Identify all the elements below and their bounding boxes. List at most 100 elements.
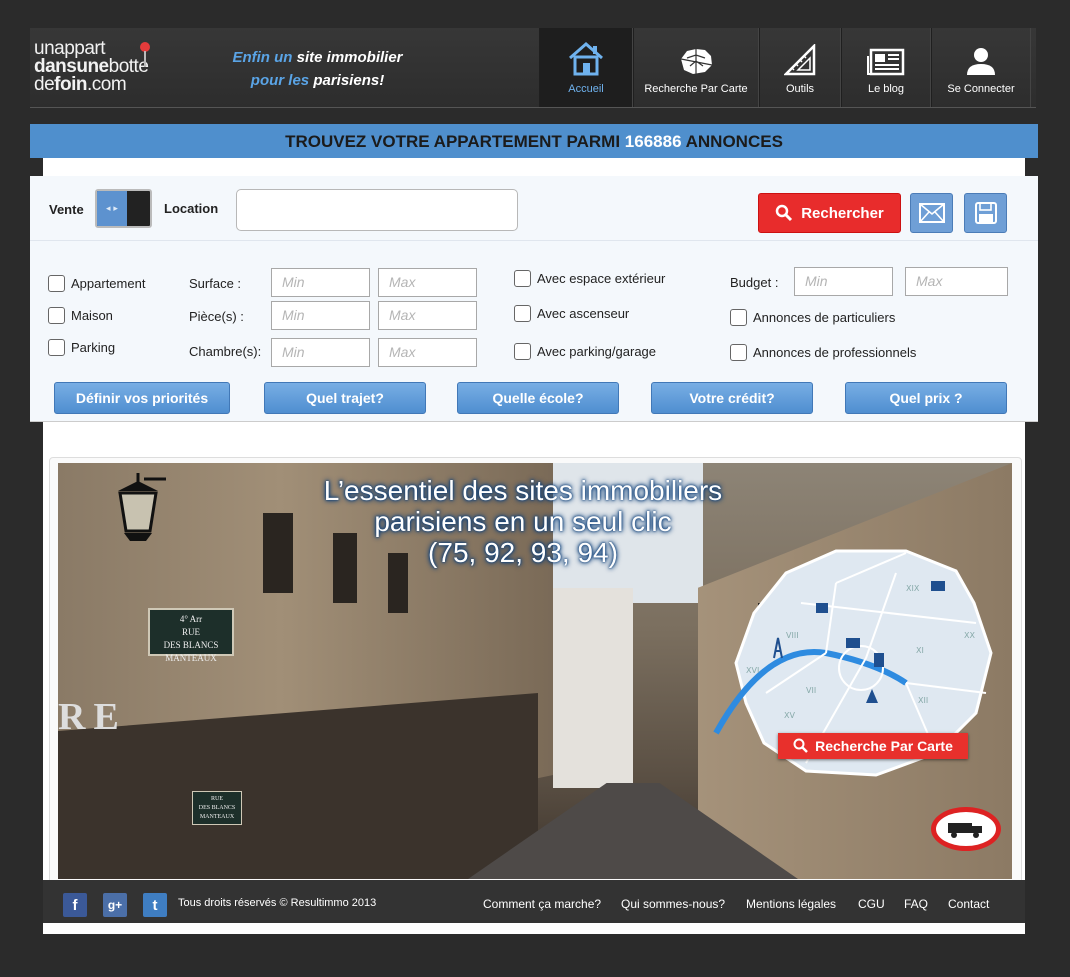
annonces-professionnels-checkbox[interactable]: Annonces de professionnels — [730, 344, 916, 361]
checkbox-box[interactable] — [514, 270, 531, 287]
tagline-part1: Enfin un — [232, 49, 293, 66]
street-sign-small: RUE DES BLANCS MANTEAUX — [192, 791, 242, 825]
vente-label: Vente — [49, 202, 84, 217]
search-icon — [793, 738, 809, 753]
checkbox-box[interactable] — [730, 309, 747, 326]
trajet-button[interactable]: Quel trajet? — [264, 382, 426, 414]
save-search-button[interactable] — [964, 193, 1007, 233]
annonces-particuliers-checkbox[interactable]: Annonces de particuliers — [730, 309, 895, 326]
toggle-arrows-icon: ◂ ▸ — [97, 191, 127, 226]
banner-prefix: TROUVEZ VOTRE APPARTEMENT PARMI — [285, 132, 621, 151]
surface-min-input[interactable]: Min — [271, 268, 370, 297]
chambres-label: Chambre(s): — [189, 344, 262, 359]
option-ascenseur-label: Avec ascenseur — [537, 306, 630, 321]
surface-max-input[interactable]: Max — [378, 268, 477, 297]
footer-link-cgu[interactable]: CGU — [858, 897, 885, 911]
monument-icon — [931, 581, 945, 591]
option-espace-exterieur-checkbox[interactable]: Avec espace extérieur — [514, 270, 665, 287]
arrondissement-label: XX — [964, 631, 975, 640]
nav-se-connecter[interactable]: Se Connecter — [931, 28, 1031, 107]
checkbox-box[interactable] — [48, 275, 65, 292]
type-parking-checkbox[interactable]: Parking — [48, 339, 115, 356]
prix-button[interactable]: Quel prix ? — [845, 382, 1007, 414]
annonces-professionnels-label: Annonces de professionnels — [753, 345, 917, 360]
hero-headline-line3: (75, 92, 93, 94) — [428, 537, 618, 568]
vente-location-toggle[interactable]: ◂ ▸ — [95, 189, 152, 228]
option-parking-garage-label: Avec parking/garage — [537, 344, 657, 359]
envelope-icon — [918, 203, 945, 223]
user-icon — [967, 48, 995, 75]
notre-dame-icon — [874, 653, 884, 667]
set-square-icon — [784, 44, 816, 76]
search-icon — [775, 204, 793, 222]
hero-headline-line1: L’essentiel des sites immobiliers — [323, 475, 723, 506]
ecole-button[interactable]: Quelle école? — [457, 382, 619, 414]
location-label: Location — [164, 201, 219, 216]
checkbox-box[interactable] — [514, 343, 531, 360]
nav-blog[interactable]: Le blog — [841, 28, 931, 107]
rechercher-button[interactable]: Rechercher — [758, 193, 901, 233]
footer-link-comment-ca-marche[interactable]: Comment ça marche? — [483, 897, 601, 911]
type-maison-checkbox[interactable]: Maison — [48, 307, 113, 324]
checkbox-box[interactable] — [48, 339, 65, 356]
chambres-min-input[interactable]: Min — [271, 338, 370, 367]
street-sign-line2: DES BLANCS — [163, 640, 219, 650]
street-sign-line3: MANTEAUX — [165, 653, 217, 663]
tagline-part4: parisiens! — [313, 72, 385, 89]
type-appartement-label: Appartement — [71, 276, 146, 291]
checkbox-box[interactable] — [514, 305, 531, 322]
nav-outils[interactable]: Outils — [759, 28, 841, 107]
nav-accueil-label: Accueil — [568, 83, 604, 95]
arrondissement-label: VIII — [786, 631, 799, 640]
type-appartement-checkbox[interactable]: Appartement — [48, 275, 145, 292]
hero-image: RE 4° Arr RUE DES BLANCS MANTEAUX RUE DE… — [58, 463, 1012, 879]
map-search-button[interactable]: Recherche Par Carte — [778, 733, 968, 759]
facebook-icon[interactable]: f — [63, 893, 87, 917]
chambres-max-input[interactable]: Max — [378, 338, 477, 367]
option-ascenseur-checkbox[interactable]: Avec ascenseur — [514, 305, 629, 322]
arrondissement-label: XII — [918, 696, 928, 705]
floppy-disk-icon — [974, 202, 997, 224]
site-logo[interactable]: unappart dansunebotte defoin.com — [34, 39, 174, 96]
footer-link-faq[interactable]: FAQ — [904, 897, 928, 911]
tagline-part3: pour les — [250, 72, 310, 89]
priorites-button[interactable]: Définir vos priorités — [54, 382, 230, 414]
logo-line3-c: .com — [86, 74, 127, 95]
nav-recherche-carte[interactable]: Recherche Par Carte — [633, 28, 759, 107]
arrondissement-label: VII — [806, 686, 816, 695]
map-icon — [680, 49, 713, 74]
header: unappart dansunebotte defoin.com Enfin u… — [30, 28, 1036, 108]
footer-link-contact[interactable]: Contact — [948, 897, 989, 911]
checkbox-box[interactable] — [730, 344, 747, 361]
pieces-min-input[interactable]: Min — [271, 301, 370, 330]
surface-label: Surface : — [189, 276, 242, 291]
footer-link-qui-sommes-nous[interactable]: Qui sommes-nous? — [621, 897, 725, 911]
nav-accueil[interactable]: Accueil — [539, 28, 633, 107]
arrondissement-label: XIX — [906, 584, 920, 593]
nav-outils-label: Outils — [785, 83, 815, 95]
tagline: Enfin un site immobilier pour les parisi… — [225, 46, 410, 92]
hero-far-building — [553, 588, 633, 788]
budget-max-input[interactable]: Max — [905, 267, 1008, 296]
search-input[interactable] — [236, 189, 518, 231]
twitter-icon[interactable]: t — [143, 893, 167, 917]
search-panel: Vente ◂ ▸ Location Rechercher Appartemen… — [30, 176, 1038, 422]
pieces-max-input[interactable]: Max — [378, 301, 477, 330]
nav-blog-label: Le blog — [867, 83, 905, 95]
map-search-label: Recherche Par Carte — [815, 738, 953, 754]
tagline-part2: site immobilier — [296, 49, 403, 66]
street-sign-line1: RUE — [182, 627, 200, 637]
truck-icon — [948, 823, 982, 838]
checkbox-box[interactable] — [48, 307, 65, 324]
email-alert-button[interactable] — [910, 193, 953, 233]
option-parking-garage-checkbox[interactable]: Avec parking/garage — [514, 343, 656, 360]
arrondissement-label: XI — [916, 646, 924, 655]
street-sign-top: 4° Arr — [179, 614, 203, 624]
footer-link-mentions-legales[interactable]: Mentions légales — [746, 897, 836, 911]
budget-label: Budget : — [730, 275, 779, 290]
credit-button[interactable]: Votre crédit? — [651, 382, 813, 414]
budget-min-input[interactable]: Min — [794, 267, 893, 296]
logo-line3-a: de — [34, 74, 55, 95]
no-truck-sign-icon — [931, 807, 1001, 851]
google-plus-icon[interactable]: g+ — [103, 893, 127, 917]
